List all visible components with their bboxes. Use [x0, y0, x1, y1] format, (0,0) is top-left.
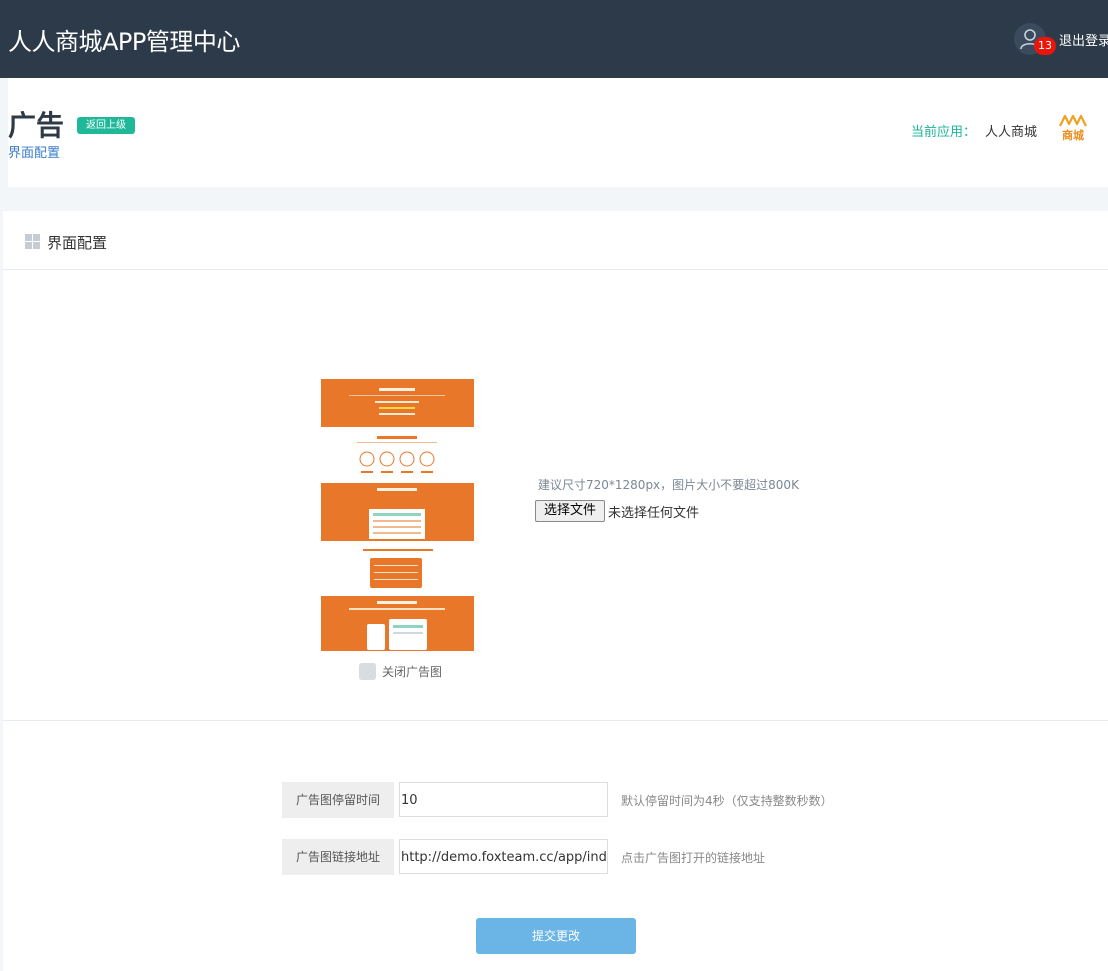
page-header: 广告 返回上级 界面配置 当前应用： 人人商城 商城 — [8, 78, 1108, 187]
duration-input[interactable]: 10 — [399, 782, 608, 817]
link-input[interactable]: http://demo.foxteam.cc/app/index.php — [399, 839, 608, 874]
section-title: 界面配置 — [47, 234, 108, 252]
link-label: 广告图链接地址 — [282, 839, 394, 875]
close-ad-label[interactable]: 关闭广告图 — [382, 663, 442, 680]
config-panel: 界面配置 关闭广告图 建议尺寸720*1280px，图片大小不要超过800K 选… — [3, 211, 1108, 971]
duration-label: 广告图停留时间 — [282, 782, 394, 818]
grid-icon — [25, 234, 40, 249]
page-title: 广告 — [8, 109, 65, 142]
file-status: 未选择任何文件 — [608, 506, 700, 521]
duration-note: 默认停留时间为4秒（仅支持整数秒数） — [621, 794, 833, 808]
current-app-name: 人人商城 — [985, 125, 1038, 140]
divider — [3, 720, 1108, 721]
close-ad-checkbox[interactable] — [359, 663, 376, 680]
link-note: 点击广告图打开的链接地址 — [621, 851, 766, 865]
current-app-label: 当前应用： — [911, 125, 977, 140]
submit-button[interactable]: 提交更改 — [476, 918, 636, 954]
app-title: 人人商城APP管理中心 — [8, 28, 240, 56]
logout-link[interactable]: 退出登录 — [1059, 30, 1108, 49]
app-logo: 商城 — [1059, 114, 1087, 142]
section-header: 界面配置 — [3, 211, 1108, 270]
back-button[interactable]: 返回上级 — [77, 117, 135, 134]
notification-badge[interactable]: 13 — [1034, 37, 1056, 55]
ad-image-preview[interactable] — [321, 379, 474, 651]
size-hint: 建议尺寸720*1280px，图片大小不要超过800K — [538, 478, 799, 492]
app-logo-text: 商城 — [1062, 128, 1084, 142]
breadcrumb-link[interactable]: 界面配置 — [8, 142, 60, 161]
choose-file-button[interactable]: 选择文件 — [535, 500, 605, 522]
top-bar: 人人商城APP管理中心 13 退出登录 — [0, 0, 1108, 78]
